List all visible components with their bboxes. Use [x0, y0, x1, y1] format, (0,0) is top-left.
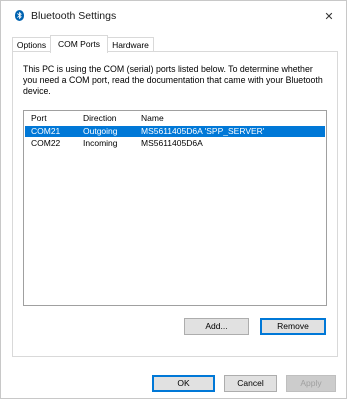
add-button[interactable]: Add... [184, 318, 249, 335]
row-name: MS5611405D6A [141, 138, 203, 148]
column-header-port[interactable]: Port [31, 111, 47, 125]
com-ports-description: This PC is using the COM (serial) ports … [23, 64, 323, 96]
row-port: COM21 [31, 126, 61, 136]
row-direction: Outgoing [83, 126, 118, 136]
com-ports-list[interactable]: Port Direction Name COM21 Outgoing MS561… [23, 110, 327, 306]
bluetooth-settings-dialog: Bluetooth Settings ✕ Options COM Ports H… [0, 0, 347, 399]
tab-hardware[interactable]: Hardware [107, 37, 154, 52]
tab-label: Options [16, 40, 47, 50]
cancel-button[interactable]: Cancel [224, 375, 277, 392]
tab-label: COM Ports [57, 39, 101, 49]
list-item[interactable]: COM21 Outgoing MS5611405D6A 'SPP_SERVER' [25, 126, 325, 137]
tab-options[interactable]: Options [12, 37, 51, 52]
close-button[interactable]: ✕ [318, 5, 340, 27]
tab-label: Hardware [112, 40, 149, 50]
ok-button[interactable]: OK [152, 375, 215, 392]
row-direction: Incoming [83, 138, 118, 148]
bluetooth-icon [15, 10, 24, 21]
column-header-name[interactable]: Name [141, 111, 164, 125]
title-bar: Bluetooth Settings ✕ [1, 1, 346, 31]
tab-strip: Options COM Ports Hardware [12, 35, 337, 53]
close-icon: ✕ [324, 10, 334, 23]
list-item[interactable]: COM22 Incoming MS5611405D6A [25, 138, 325, 149]
window-title: Bluetooth Settings [31, 10, 117, 22]
apply-button[interactable]: Apply [286, 375, 336, 392]
row-port: COM22 [31, 138, 61, 148]
tab-com-ports[interactable]: COM Ports [50, 35, 108, 53]
com-ports-panel: This PC is using the COM (serial) ports … [12, 51, 338, 357]
row-name: MS5611405D6A 'SPP_SERVER' [141, 126, 265, 136]
remove-button[interactable]: Remove [260, 318, 326, 335]
list-header: Port Direction Name [24, 111, 326, 125]
column-header-direction[interactable]: Direction [83, 111, 117, 125]
